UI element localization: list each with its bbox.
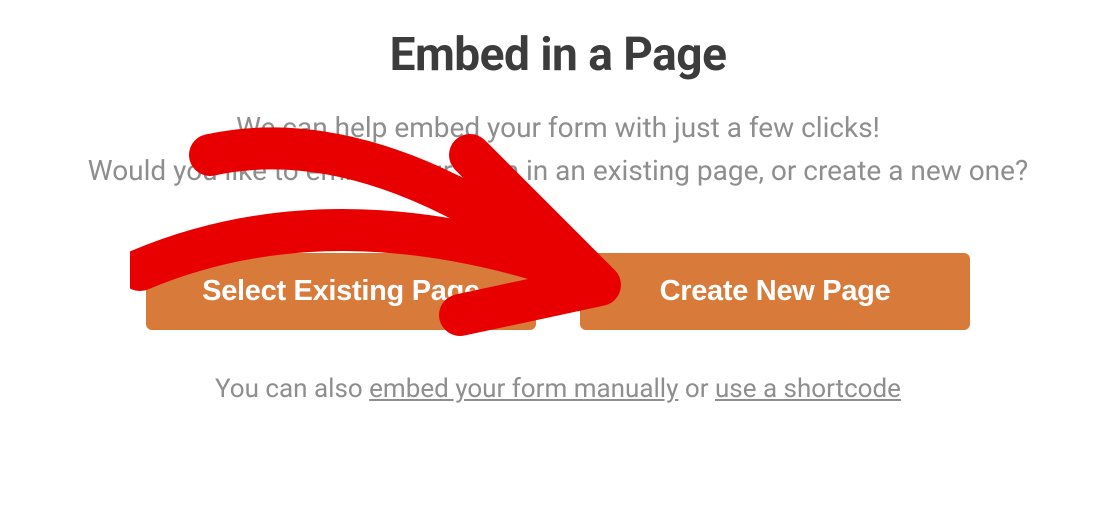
subtitle-line-2: Would you like to embed your form in an … — [88, 154, 1028, 187]
page-subtitle: We can help embed your form with just a … — [88, 106, 1028, 193]
subtitle-line-1: We can help embed your form with just a … — [236, 111, 880, 144]
footer-text: You can also embed your form manually or… — [215, 374, 901, 404]
create-new-page-button[interactable]: Create New Page — [580, 253, 970, 330]
footer-middle: or — [678, 374, 715, 404]
embed-manually-link[interactable]: embed your form manually — [369, 374, 678, 404]
page-title: Embed in a Page — [390, 28, 727, 82]
footer-prefix: You can also — [215, 374, 369, 404]
use-shortcode-link[interactable]: use a shortcode — [715, 374, 901, 404]
select-existing-page-button[interactable]: Select Existing Page — [146, 253, 536, 330]
button-row: Select Existing Page Create New Page — [146, 253, 970, 330]
